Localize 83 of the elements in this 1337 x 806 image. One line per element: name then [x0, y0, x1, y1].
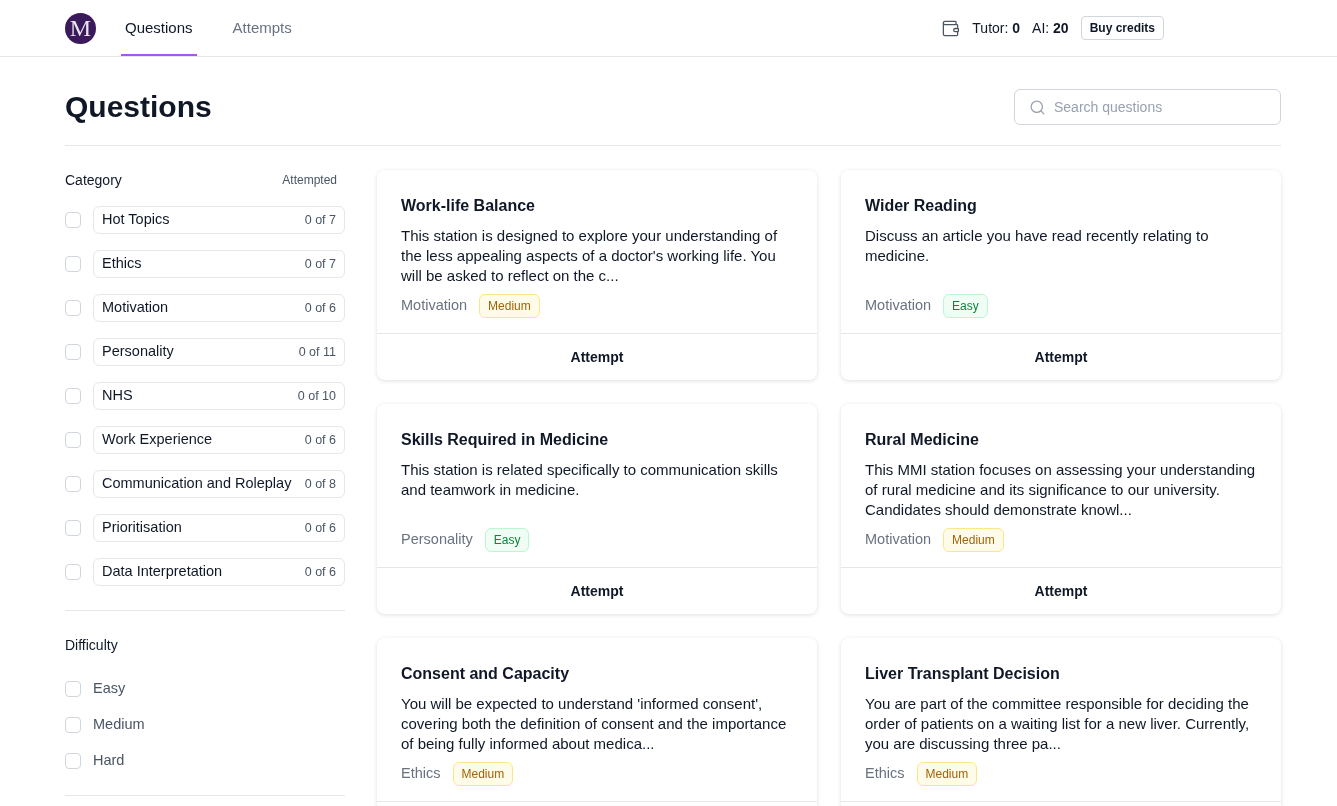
attempted-count: 0 of 6 [304, 519, 336, 537]
difficulty-badge: Easy [484, 528, 530, 552]
attempted-count: 0 of 6 [304, 563, 336, 581]
card-title: Wider Reading [865, 196, 978, 216]
category-option[interactable]: Personality 0 of 11 [93, 338, 345, 366]
category-label: Ethics [102, 254, 142, 274]
attempted-count: 0 of 6 [304, 431, 336, 449]
difficulty-badge: Medium [452, 762, 514, 786]
checkbox[interactable] [65, 256, 81, 272]
buy-credits-button[interactable]: Buy credits [1080, 16, 1164, 40]
checkbox[interactable] [65, 432, 81, 448]
category-option[interactable]: Work Experience 0 of 6 [93, 426, 345, 454]
filter-heading: Difficulty [65, 636, 119, 655]
category-label: Personality [102, 342, 174, 362]
category-option[interactable]: Ethics 0 of 7 [93, 250, 345, 278]
card-title: Consent and Capacity [401, 664, 571, 684]
credit-count: Tutor: 0 [972, 18, 1021, 38]
attempted-count: 0 of 7 [304, 255, 336, 273]
category-text: Motivation [401, 296, 468, 316]
column-label: Attempted [282, 172, 337, 189]
category-label: Communication and Roleplay [102, 474, 292, 494]
category-text: Motivation [865, 530, 932, 550]
checkbox[interactable] [65, 388, 81, 404]
difficulty-label: Medium [93, 715, 145, 735]
difficulty-badge: Easy [943, 294, 988, 318]
attempted-count: 0 of 10 [297, 387, 336, 405]
attempt-button[interactable]: Attempt [841, 567, 1281, 614]
attempt-button[interactable]: Attempt [377, 567, 817, 614]
checkbox[interactable] [65, 476, 81, 492]
category-label: Hot Topics [102, 210, 170, 230]
checkbox[interactable] [65, 344, 81, 360]
category-label: NHS [102, 386, 133, 406]
category-label: Work Experience [102, 430, 213, 450]
card-description: You will be expected to understand 'informed consent', covering both the definition of consent and the importance of being fully informed about medica... [401, 694, 788, 754]
credit-count: AI: 20 [1032, 18, 1069, 38]
card-description: This station is designed to explore your understanding of the less appealing aspects of a doctor's working life. You will be asked to reflect on the c... [401, 226, 779, 286]
attempted-count: 0 of 11 [298, 343, 336, 361]
card-title: Rural Medicine [865, 430, 980, 450]
checkbox[interactable] [65, 564, 81, 580]
checkbox[interactable] [65, 681, 81, 697]
category-text: Personality [401, 530, 473, 550]
nav-tab[interactable]: Attempts [228, 0, 296, 56]
category-option[interactable]: Prioritisation 0 of 6 [93, 514, 345, 542]
checkbox[interactable] [65, 300, 81, 316]
category-text: Ethics [401, 764, 441, 784]
checkbox[interactable] [65, 717, 81, 733]
category-label: Prioritisation [102, 518, 182, 538]
logo[interactable]: M [65, 12, 96, 44]
category-option[interactable]: Communication and Roleplay 0 of 8 [93, 470, 345, 498]
category-option[interactable]: NHS 0 of 10 [93, 382, 345, 410]
category-label: Motivation [102, 298, 169, 318]
difficulty-label: Hard [93, 751, 125, 771]
checkbox[interactable] [65, 520, 81, 536]
category-text: Ethics [865, 764, 905, 784]
attempted-count: 0 of 6 [304, 299, 336, 317]
filter-heading: Category [65, 171, 122, 190]
difficulty-label: Easy [93, 679, 126, 699]
attempt-button[interactable]: Attempt [377, 333, 817, 380]
attempted-count: 0 of 8 [304, 475, 336, 493]
nav-tab[interactable]: Questions [121, 0, 197, 56]
card-title: Skills Required in Medicine [401, 430, 610, 450]
difficulty-badge: Medium [479, 294, 540, 318]
search-field[interactable]: Search questions [1014, 89, 1281, 125]
card-description: This station is related specifically to communication skills and teamwork in medicine. [401, 460, 779, 500]
category-text: Motivation [865, 296, 932, 316]
card-description: This MMI station focuses on assessing your understanding of rural medicine and its significance to our university. Candidates should demonstrate knowl... [865, 460, 1257, 520]
page-title: Questions [65, 89, 212, 125]
attempt-button[interactable]: Attempt [841, 333, 1281, 380]
attempted-count: 0 of 7 [304, 211, 336, 229]
category-option[interactable]: Motivation 0 of 6 [93, 294, 345, 322]
difficulty-badge: Medium [943, 528, 1004, 552]
category-option[interactable]: Data Interpretation 0 of 6 [93, 558, 345, 586]
wallet-icon [941, 18, 961, 38]
card-description: You are part of the committee responsible for deciding the order of patients on a waiting list for a new liver. Currently, you are discussing three pa... [865, 694, 1251, 754]
checkbox[interactable] [65, 753, 81, 769]
checkbox[interactable] [65, 212, 81, 228]
category-option[interactable]: Hot Topics 0 of 7 [93, 206, 345, 234]
card-description: Discuss an article you have read recently relating to medicine. [865, 226, 1210, 266]
category-label: Data Interpretation [102, 562, 223, 582]
search-icon [1029, 99, 1046, 116]
card-title: Work-life Balance [401, 196, 536, 216]
card-title: Liver Transplant Decision [865, 664, 1061, 684]
difficulty-badge: Medium [916, 762, 978, 786]
